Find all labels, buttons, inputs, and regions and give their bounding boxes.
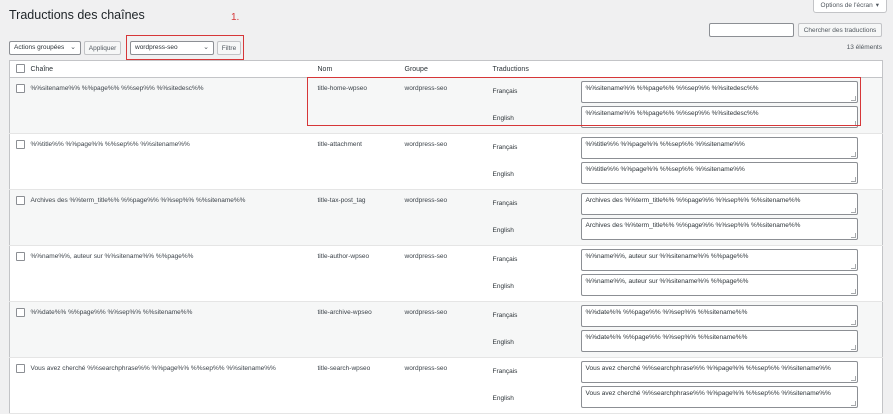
language-label-fr: Français bbox=[492, 368, 518, 375]
apply-button[interactable]: Appliquer bbox=[84, 41, 121, 55]
string-name: title-search-wpseo bbox=[317, 365, 371, 372]
language-label-fr: Français bbox=[492, 200, 518, 207]
string-value: %%sitename%% %%page%% %%sep%% %%sitedesc… bbox=[30, 85, 204, 92]
table-row: %%date%% %%page%% %%sep%% %%sitename%% t… bbox=[9, 301, 883, 358]
table-row: %%name%%, auteur sur %%sitename%% %%page… bbox=[9, 245, 883, 302]
chevron-down-icon: ⌄ bbox=[203, 44, 209, 51]
column-name[interactable]: Nom bbox=[317, 60, 405, 78]
filter-button[interactable]: Filtre bbox=[217, 41, 241, 55]
string-name: title-archive-wpseo bbox=[317, 309, 372, 316]
translation-field-fr[interactable]: %%date%% %%page%% %%sep%% %%sitename%% bbox=[580, 305, 858, 327]
string-group: wordpress-seo bbox=[404, 197, 448, 204]
row-checkbox[interactable] bbox=[16, 84, 25, 93]
group-filter-value: wordpress-seo bbox=[135, 44, 178, 51]
table-row: Archives des %%term_title%% %%page%% %%s… bbox=[9, 189, 883, 246]
string-name: title-author-wpseo bbox=[317, 253, 370, 260]
page-title: Traductions des chaînes bbox=[9, 8, 145, 22]
select-all-checkbox[interactable] bbox=[9, 60, 31, 78]
table-row: %%title%% %%page%% %%sep%% %%sitename%% … bbox=[9, 133, 883, 190]
table-row: Vous avez cherché %%searchphrase%% %%pag… bbox=[9, 357, 883, 414]
language-label-fr: Français bbox=[492, 144, 518, 151]
translation-field-en[interactable]: Vous avez cherché %%searchphrase%% %%pag… bbox=[580, 386, 858, 408]
string-group: wordpress-seo bbox=[404, 141, 448, 148]
search-input[interactable] bbox=[709, 23, 794, 37]
string-group: wordpress-seo bbox=[404, 253, 448, 260]
column-string[interactable]: Chaîne bbox=[30, 60, 318, 78]
bulk-actions-select[interactable]: Actions groupées ⌄ bbox=[9, 41, 81, 55]
translation-field-en[interactable]: %%title%% %%page%% %%sep%% %%sitename%% bbox=[580, 162, 858, 184]
string-group: wordpress-seo bbox=[404, 309, 448, 316]
table-header-row: Chaîne Nom Groupe Traductions bbox=[9, 60, 883, 78]
checkbox[interactable] bbox=[16, 63, 25, 73]
caret-down-icon: ▾ bbox=[875, 2, 879, 9]
string-group: wordpress-seo bbox=[404, 365, 448, 372]
row-checkbox[interactable] bbox=[16, 196, 25, 205]
screen-options-button[interactable]: Options de l'écran ▾ bbox=[812, 0, 887, 13]
item-count: 13 éléments bbox=[846, 44, 882, 51]
translation-field-en[interactable]: Archives des %%term_title%% %%page%% %%s… bbox=[580, 218, 858, 240]
string-value: Vous avez cherché %%searchphrase%% %%pag… bbox=[30, 365, 276, 372]
language-label-en: English bbox=[492, 171, 514, 178]
language-label-en: English bbox=[492, 283, 514, 290]
string-value: %%name%%, auteur sur %%sitename%% %%page… bbox=[30, 253, 194, 260]
string-name: title-attachment bbox=[317, 141, 362, 148]
translation-field-en[interactable]: %%name%%, auteur sur %%sitename%% %%page… bbox=[580, 274, 858, 296]
chevron-down-icon: ⌄ bbox=[70, 44, 76, 51]
annotation-marker-1: 1. bbox=[231, 12, 240, 23]
translation-field-fr[interactable]: Archives des %%term_title%% %%page%% %%s… bbox=[580, 193, 858, 215]
language-label-en: English bbox=[492, 395, 514, 402]
language-label-fr: Français bbox=[492, 256, 518, 263]
column-translations: Traductions bbox=[492, 60, 581, 78]
string-value: %%title%% %%page%% %%sep%% %%sitename%% bbox=[30, 141, 190, 148]
string-value: %%date%% %%page%% %%sep%% %%sitename%% bbox=[30, 309, 193, 316]
column-group[interactable]: Groupe bbox=[404, 60, 493, 78]
annotation-box-first-row bbox=[307, 77, 861, 126]
translation-field-fr[interactable]: %%title%% %%page%% %%sep%% %%sitename%% bbox=[580, 137, 858, 159]
language-label-en: English bbox=[492, 227, 514, 234]
string-name: title-tax-post_tag bbox=[317, 197, 366, 204]
screen-options-label: Options de l'écran bbox=[820, 2, 873, 9]
group-filter-select[interactable]: wordpress-seo ⌄ bbox=[130, 41, 214, 55]
translation-field-en[interactable]: %%date%% %%page%% %%sep%% %%sitename%% bbox=[580, 330, 858, 352]
row-checkbox[interactable] bbox=[16, 140, 25, 149]
translation-field-fr[interactable]: %%name%%, auteur sur %%sitename%% %%page… bbox=[580, 249, 858, 271]
row-checkbox[interactable] bbox=[16, 364, 25, 373]
language-label-fr: Français bbox=[492, 312, 518, 319]
bulk-actions-value: Actions groupées bbox=[14, 44, 65, 51]
row-checkbox[interactable] bbox=[16, 252, 25, 261]
language-label-en: English bbox=[492, 339, 514, 346]
search-translations-button[interactable]: Chercher des traductions bbox=[798, 23, 882, 37]
row-checkbox[interactable] bbox=[16, 308, 25, 317]
column-translation-values bbox=[580, 60, 883, 78]
string-value: Archives des %%term_title%% %%page%% %%s… bbox=[30, 197, 246, 204]
